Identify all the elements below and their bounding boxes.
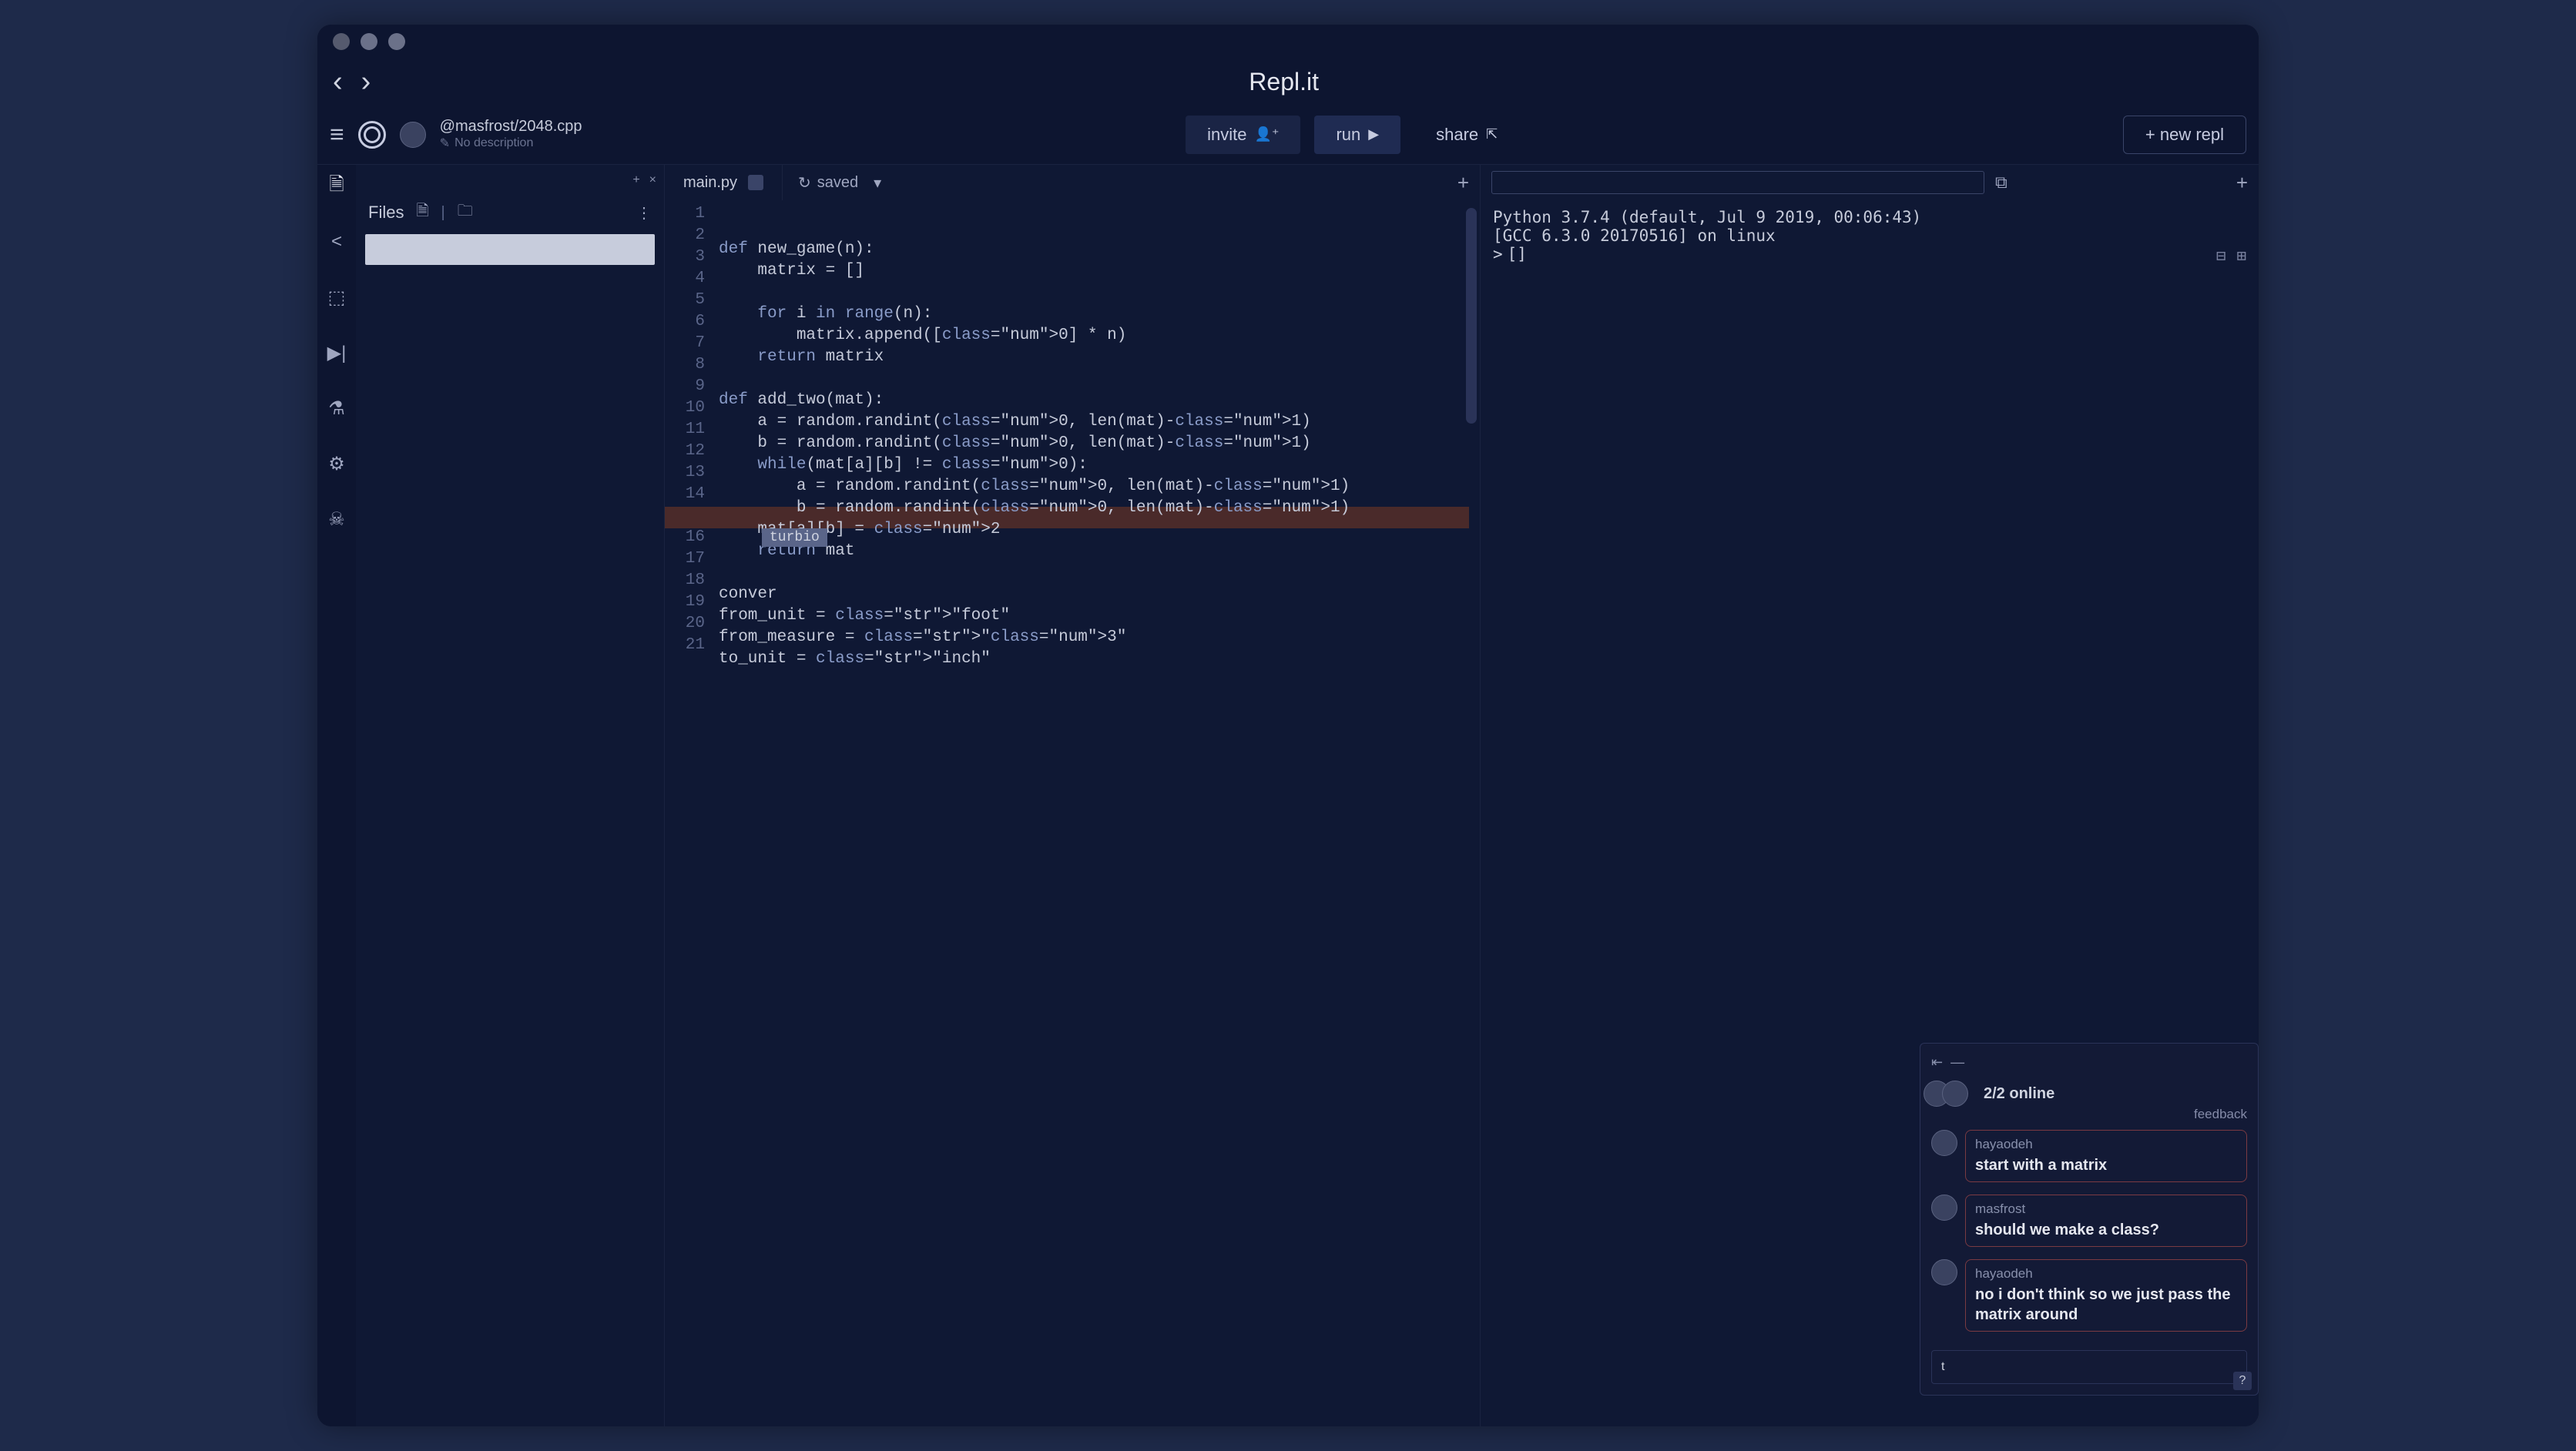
history-icon: ↻ — [798, 173, 811, 193]
chat-username: hayaodeh — [1975, 1137, 2237, 1152]
presence-avatars[interactable] — [1931, 1081, 1968, 1107]
sidebar-files-icon[interactable]: 🗎 — [323, 173, 351, 200]
chat-text: should we make a class? — [1975, 1220, 2237, 1240]
console-toolbar: ⧉ + — [1481, 165, 2259, 200]
editor-scrollbar[interactable] — [1466, 208, 1477, 424]
navbar: ‹ › Repl.it — [317, 59, 2259, 105]
console-expand-icon[interactable]: ⊞ — [2236, 246, 2246, 265]
forward-button[interactable]: › — [361, 65, 371, 99]
chat-bubble: masfrost should we make a class? — [1965, 1195, 2247, 1247]
app-window: ‹ › Repl.it ≡ @masfrost/2048.cpp ✎ No de… — [317, 25, 2259, 1426]
file-item-selected[interactable] — [365, 234, 655, 265]
editor-panel: main.py ↻ saved ▾ + 12345678910111213141… — [664, 165, 1481, 1426]
chat-top-icons: ⇤ — — [1931, 1054, 1964, 1071]
console-prompt[interactable]: > [] — [1493, 245, 2246, 263]
maximize-window-button[interactable] — [388, 33, 405, 50]
workspace: 🗎 < ⬚ ▶| ⚗ ⚙ ☠ + × Files 🗎 | 🗀 ⋮ — [317, 165, 2259, 1426]
chat-username: masfrost — [1975, 1201, 2237, 1217]
pencil-icon[interactable]: ✎ — [440, 136, 450, 151]
chat-message: masfrost should we make a class? — [1931, 1195, 2247, 1247]
online-count: 2/2 online — [1984, 1085, 2054, 1103]
page-title: Repl.it — [389, 68, 2179, 96]
sidebar-tests-icon[interactable]: ⚗ — [323, 394, 351, 422]
line-gutter: 123456789101112131415161718192021 — [665, 200, 714, 1426]
chat-minimize-icon[interactable]: — — [1950, 1054, 1964, 1071]
editor-tab-main[interactable]: main.py — [665, 165, 783, 200]
repl-description: ✎ No description — [440, 136, 582, 151]
repl-path[interactable]: @masfrost/2048.cpp — [440, 118, 582, 136]
add-editor-tab-icon[interactable]: + — [1457, 171, 1469, 195]
chat-username: hayaodeh — [1975, 1266, 2237, 1282]
chat-collapse-icon[interactable]: ⇤ — [1931, 1054, 1943, 1071]
editor-tabs: main.py ↻ saved ▾ + — [665, 165, 1480, 200]
console-controls: ⊟ ⊞ — [2216, 246, 2246, 265]
console-panel: ⧉ + ⊟ ⊞ Python 3.7.4 (default, Jul 9 201… — [1481, 165, 2259, 1426]
external-link-icon: ⇱ — [1486, 126, 1498, 142]
chat-header: ⇤ — — [1920, 1044, 2258, 1081]
play-icon: ▶ — [1368, 126, 1379, 142]
sidebar-settings-icon[interactable]: ⚙ — [323, 450, 351, 478]
close-window-button[interactable] — [333, 33, 350, 50]
chat-text: no i don't think so we just pass the mat… — [1975, 1285, 2237, 1325]
new-repl-button[interactable]: + new repl — [2123, 116, 2246, 154]
tab-status-icon — [748, 175, 763, 190]
titlebar — [317, 25, 2259, 59]
console-collapse-icon[interactable]: ⊟ — [2216, 246, 2226, 265]
run-button[interactable]: run ▶ — [1314, 116, 1400, 154]
avatar[interactable] — [1931, 1130, 1957, 1156]
invite-button[interactable]: invite 👤⁺ — [1186, 116, 1300, 154]
sidebar-packages-icon[interactable]: ⬚ — [323, 283, 351, 311]
chat-messages: hayaodeh start with a matrix masfrost shoul… — [1920, 1122, 2258, 1339]
chat-help-button[interactable]: ? — [2233, 1372, 2252, 1390]
person-add-icon: 👤⁺ — [1255, 126, 1280, 142]
chat-feedback-link[interactable]: feedback — [1920, 1107, 2258, 1122]
new-file-icon[interactable]: 🗎 — [416, 199, 428, 226]
saved-indicator: ↻ saved ▾ — [798, 173, 881, 193]
chat-input[interactable]: t — [1931, 1350, 2247, 1384]
replit-logo-icon[interactable] — [358, 121, 386, 149]
chat-bubble: hayaodeh start with a matrix — [1965, 1130, 2247, 1182]
chat-bubble: hayaodeh no i don't think so we just pass… — [1965, 1259, 2247, 1332]
avatar[interactable] — [1942, 1081, 1968, 1107]
add-console-tab-icon[interactable]: + — [2236, 171, 2248, 195]
new-folder-icon[interactable]: 🗀 — [458, 199, 473, 226]
files-header: Files 🗎 | 🗀 ⋮ — [356, 196, 664, 230]
back-button[interactable]: ‹ — [333, 65, 343, 99]
code-editor[interactable]: 123456789101112131415161718192021 def ne… — [665, 200, 1480, 1426]
sidebar-share-icon[interactable]: < — [323, 228, 351, 256]
files-more-icon[interactable]: ⋮ — [636, 203, 652, 223]
console-banner-2: [GCC 6.3.0 20170516] on linux — [1493, 226, 2246, 245]
hamburger-menu-icon[interactable]: ≡ — [330, 120, 344, 149]
left-sidebar: 🗎 < ⬚ ▶| ⚗ ⚙ ☠ — [317, 165, 356, 1426]
url-input[interactable] — [1491, 171, 1984, 194]
chat-text: start with a matrix — [1975, 1155, 2237, 1175]
avatar[interactable] — [1931, 1195, 1957, 1221]
code-content[interactable]: def new_game(n): matrix = [] for i in ra… — [714, 200, 1480, 1426]
minimize-window-button[interactable] — [361, 33, 377, 50]
close-tab-icon[interactable]: × — [649, 173, 656, 187]
sidebar-debugger-icon[interactable]: ▶| — [323, 339, 351, 367]
toolbar: ≡ @masfrost/2048.cpp ✎ No description in… — [317, 105, 2259, 165]
chat-message: hayaodeh start with a matrix — [1931, 1130, 2247, 1182]
chevron-down-icon[interactable]: ▾ — [874, 173, 881, 193]
repl-meta: @masfrost/2048.cpp ✎ No description — [440, 118, 582, 151]
files-tabbar: + × — [356, 165, 664, 196]
chat-message: hayaodeh no i don't think so we just pass… — [1931, 1259, 2247, 1332]
sidebar-skull-icon[interactable]: ☠ — [323, 505, 351, 533]
files-label: Files — [368, 203, 404, 223]
add-tab-icon[interactable]: + — [632, 173, 639, 187]
open-external-icon[interactable]: ⧉ — [1995, 173, 2007, 193]
chat-widget: ⇤ — 2/2 online feedback hayaodeh start wi… — [1920, 1043, 2259, 1396]
autocomplete-suggestion[interactable]: turbio — [762, 528, 827, 547]
user-avatar[interactable] — [400, 122, 426, 148]
avatar[interactable] — [1931, 1259, 1957, 1285]
share-button[interactable]: share ⇱ — [1414, 116, 1519, 154]
console-banner-1: Python 3.7.4 (default, Jul 9 2019, 00:06… — [1493, 208, 2246, 226]
files-panel: + × Files 🗎 | 🗀 ⋮ — [356, 165, 664, 1426]
